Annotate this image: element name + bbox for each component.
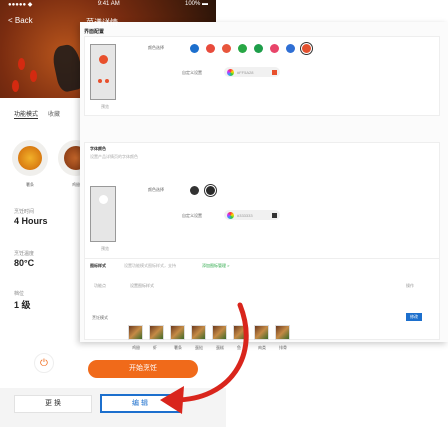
preview-accent-dot xyxy=(99,195,108,204)
status-bar: ●●●●● ◆ 9:41 AM 100% ▬ xyxy=(0,0,216,10)
color-picker-icon[interactable] xyxy=(227,211,234,219)
spec-cook-time: 烹饪时间 4 Hours xyxy=(14,208,48,226)
icon-style-title: 图标样式 xyxy=(90,263,106,268)
theme-custom-label: 自定义设置 xyxy=(182,70,202,75)
theme-color-swatch[interactable] xyxy=(270,44,279,53)
col-header-icon-style: 设置图标样式 xyxy=(130,283,154,288)
switch-button[interactable]: 更 换 xyxy=(14,395,92,413)
annotation-arrow xyxy=(160,302,249,414)
font-color-section xyxy=(84,142,440,262)
power-button[interactable]: ⏻ xyxy=(34,353,54,373)
icon-thumb-caption: 鸡翅 xyxy=(132,345,140,350)
panel-title: 界面配置 xyxy=(84,29,105,35)
page-title: 菜谱详情 xyxy=(86,18,118,27)
custom-color-value: #333333 xyxy=(237,212,253,218)
status-time: 9:41 AM xyxy=(97,1,120,7)
theme-color-swatch[interactable] xyxy=(286,44,295,53)
color-picker-icon[interactable] xyxy=(227,68,234,76)
font-color-title: 字体颜色 xyxy=(90,146,106,151)
theme-color-swatch[interactable] xyxy=(302,44,311,53)
back-button[interactable]: < Back xyxy=(8,16,33,25)
theme-color-swatch[interactable] xyxy=(238,44,247,53)
theme-color-swatch[interactable] xyxy=(222,44,231,53)
icon-thumb[interactable] xyxy=(275,325,290,340)
icon-thumb[interactable] xyxy=(128,325,143,340)
spec-label: 档位 xyxy=(14,291,25,297)
icon-manage-link[interactable]: 添加图标管理 > xyxy=(202,263,229,269)
icon-row-label: 烹饪模式 xyxy=(92,315,108,320)
preview-dot xyxy=(105,79,109,83)
font-custom-label: 自定义设置 xyxy=(182,213,202,218)
font-color-label: 颜色选择 xyxy=(148,187,164,192)
spec-label: 烹饪时间 xyxy=(14,209,35,215)
font-color-swatch[interactable] xyxy=(190,186,199,195)
chili-decor xyxy=(18,58,25,70)
carrier-signal: ●●●●● ◆ xyxy=(8,2,33,8)
theme-preview-phone xyxy=(90,44,116,100)
chili-decor xyxy=(30,70,37,82)
preview-accent-dot xyxy=(99,55,108,64)
font-custom-color-input[interactable]: #333333 xyxy=(224,210,280,220)
col-header-feature: 功能点 xyxy=(94,283,106,288)
tab-favorites[interactable]: 收藏 xyxy=(48,109,60,119)
theme-custom-color-input[interactable]: #FF5A28 xyxy=(224,67,280,77)
theme-color-label: 颜色选择 xyxy=(148,45,164,50)
spec-value: 80°C xyxy=(14,258,35,268)
icon-thumb-caption: 排骨 xyxy=(279,345,287,350)
theme-color-swatch[interactable] xyxy=(254,44,263,53)
icon-edit-button[interactable]: 修改 xyxy=(406,313,422,321)
battery-indicator: 100% ▬ xyxy=(184,1,208,7)
tab-function-mode[interactable]: 功能模式 xyxy=(14,109,39,119)
spec-cook-temp: 烹饪温度 80°C xyxy=(14,250,34,268)
custom-color-chip xyxy=(272,212,277,218)
arrow-shaft xyxy=(172,302,249,403)
preview-dot xyxy=(98,79,102,83)
theme-color-swatch[interactable] xyxy=(190,44,199,53)
preview-caption: 预览 xyxy=(101,246,109,251)
col-header-action: 操作 xyxy=(406,283,414,288)
screenshot-root: ●●●●● ◆ 9:41 AM 100% ▬ < Back 菜谱详情 功能模式 … xyxy=(0,0,448,427)
icon-style-desc: 设置功能模式图标样式，支持 xyxy=(124,263,176,268)
font-preview-phone xyxy=(90,186,116,242)
mode-icon-caption: 薯条 xyxy=(26,182,34,187)
spec-value: 1 级 xyxy=(14,300,31,310)
spec-value: 4 Hours xyxy=(14,216,48,226)
preview-caption: 预览 xyxy=(101,104,109,109)
font-color-desc: 设置产品详情页的字体颜色 xyxy=(90,154,138,159)
arrow-head xyxy=(160,386,184,414)
custom-color-value: #FF5A28 xyxy=(237,69,254,75)
custom-color-chip xyxy=(272,69,277,75)
mode-icon-fries[interactable] xyxy=(12,140,48,176)
theme-color-swatch[interactable] xyxy=(206,44,215,53)
mode-icon-caption: 鸡翅 xyxy=(72,182,80,187)
spec-gear: 档位 1 级 xyxy=(14,290,31,311)
spec-label: 烹饪温度 xyxy=(14,251,35,257)
mode-tabs: 功能模式 收藏 xyxy=(14,109,60,119)
power-icon: ⏻ xyxy=(40,357,48,369)
chili-decor xyxy=(12,80,19,92)
font-color-swatch[interactable] xyxy=(206,186,215,195)
